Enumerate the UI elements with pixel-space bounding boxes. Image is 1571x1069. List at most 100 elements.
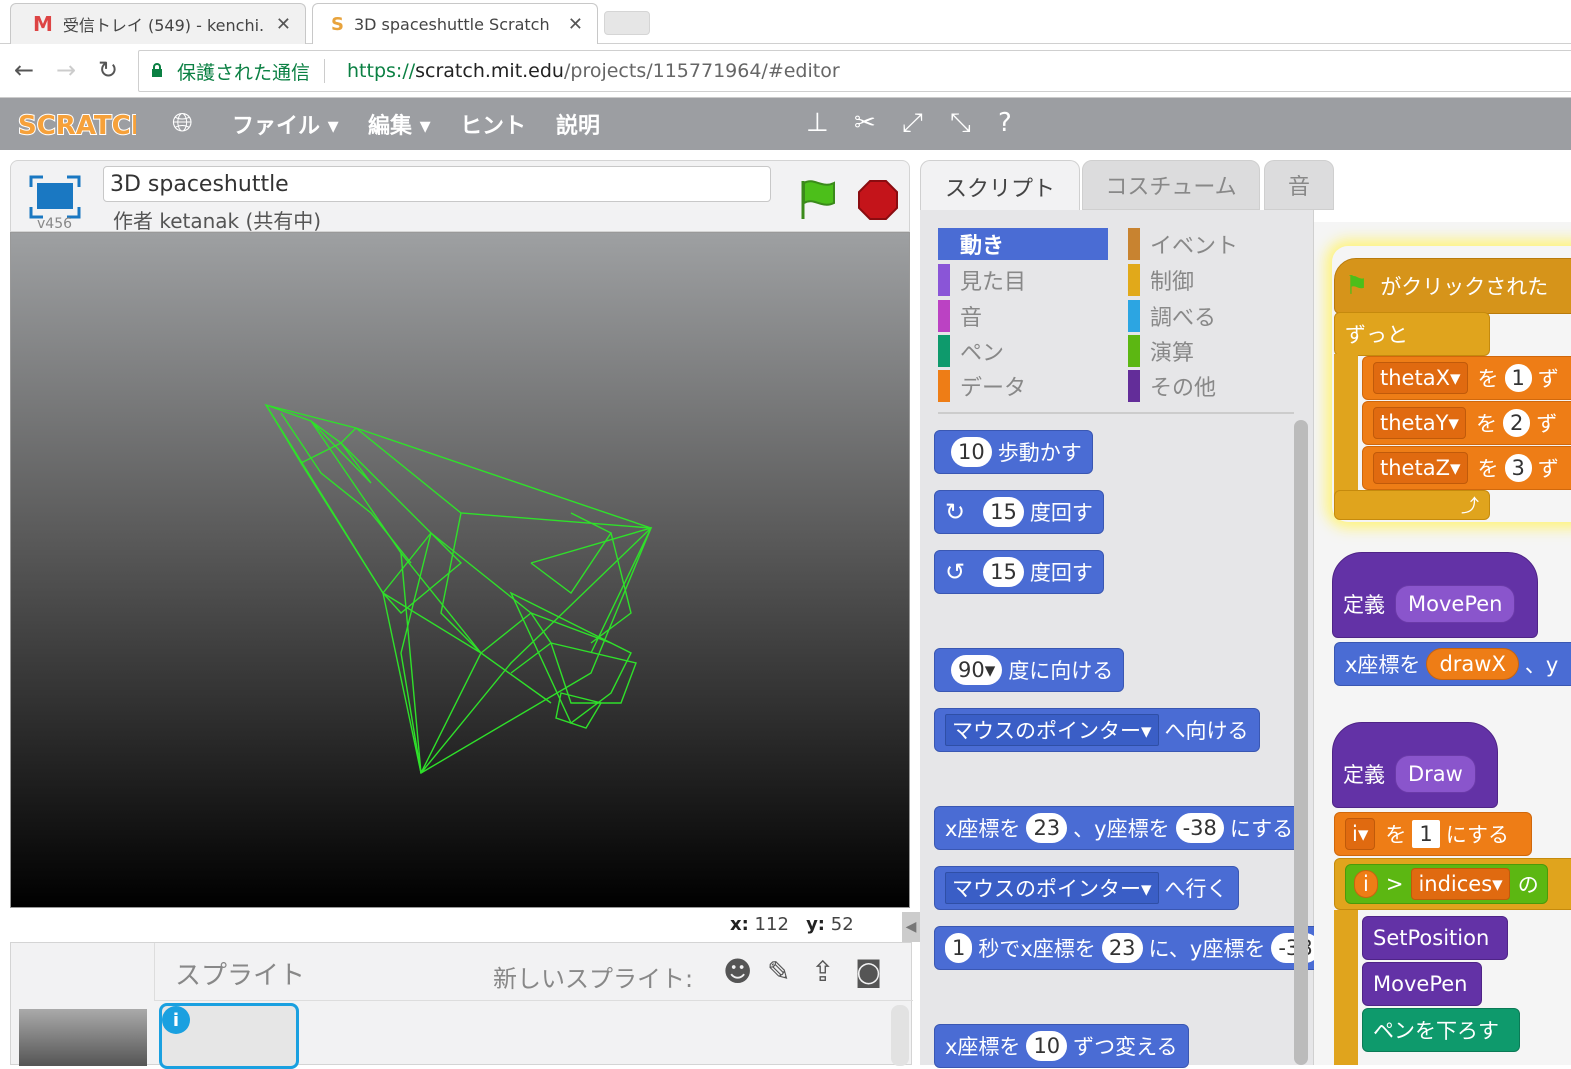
gmail-icon: M	[33, 12, 53, 36]
stage-thumbnail[interactable]	[19, 1009, 147, 1066]
category-sensing[interactable]: 調べる	[1128, 300, 1216, 332]
svg-text:SCRATCH: SCRATCH	[18, 111, 136, 141]
category-data[interactable]: データ	[938, 370, 1026, 402]
globe-icon[interactable]: 🌐︎	[172, 108, 193, 139]
sprite-scrollbar[interactable]	[891, 1005, 909, 1066]
mouse-coordinates: x: 112 y: 52	[730, 914, 854, 935]
greater-than-block[interactable]: i > indices▾ の	[1345, 864, 1548, 904]
scratch-menu-bar: SCRATCH 🌐︎ ファイル ▾ 編集 ▾ ヒント 説明 ⊥ ✂ ⤢ ⤡ ?	[0, 98, 1571, 150]
sprite-header: スプライト 新しいスプライト: ☻ ✎ ⇪ ◙	[154, 943, 913, 1001]
forever-end: ⤴	[1334, 490, 1490, 520]
block-palette: 動き 見た目 音 ペン データ イベント 制御 調べる 演算 その他 10 歩動か…	[920, 210, 1337, 1068]
call-movepen-block[interactable]: MovePen	[1362, 962, 1482, 1006]
block-turn-right[interactable]: ↻ 15 度回す	[934, 490, 1104, 534]
spaceshuttle-wireframe	[264, 403, 653, 775]
category-looks[interactable]: 見た目	[938, 264, 1026, 296]
block-point-towards[interactable]: マウスのポインター▾ へ向ける	[934, 708, 1260, 752]
block-turn-left[interactable]: ↺ 15 度回す	[934, 550, 1104, 594]
tab-gmail[interactable]: M 受信トレイ (549) - kenchi.t ✕	[10, 3, 306, 44]
category-operators[interactable]: 演算	[1128, 335, 1194, 367]
repeat-arm	[1334, 910, 1358, 1065]
stop-icon[interactable]	[857, 179, 899, 221]
green-flag-icon[interactable]	[797, 177, 841, 221]
block-change-x[interactable]: x座標を 10 ずつ変える	[934, 1024, 1189, 1068]
define-draw-block[interactable]: 定義 Draw	[1332, 722, 1498, 808]
category-events[interactable]: イベント	[1128, 228, 1238, 260]
category-control[interactable]: 制御	[1128, 264, 1194, 296]
tab-costumes[interactable]: コスチューム	[1082, 160, 1260, 210]
tab-scratch[interactable]: S 3D spaceshuttle Scratch ✕	[312, 3, 598, 45]
when-flag-clicked-block[interactable]: ⚑ がクリックされた	[1334, 258, 1571, 314]
tab-title: 3D spaceshuttle Scratch	[353, 15, 550, 34]
category-pen[interactable]: ペン	[938, 335, 1004, 367]
stage-canvas[interactable]	[10, 232, 910, 908]
reload-icon[interactable]: ↻	[98, 56, 118, 84]
sprites-label: スプライト	[175, 961, 306, 991]
sprite-panel: スプライト 新しいスプライト: ☻ ✎ ⇪ ◙ i	[10, 942, 913, 1069]
tab-scripts[interactable]: スクリプト	[920, 160, 1080, 212]
forward-icon[interactable]: →	[56, 56, 76, 84]
palette-scrollbar[interactable]	[1294, 420, 1308, 1065]
sprite-thumbnail[interactable]: i	[159, 1003, 299, 1069]
new-tab-button[interactable]	[604, 11, 650, 35]
new-sprite-label: 新しいスプライト:	[493, 965, 694, 993]
script-area[interactable]: ⚑ がクリックされた ずっと ⤴ thetaX▾ を 1 ず thetaY▾ を 2 ず th…	[1314, 222, 1571, 1065]
set-x-block[interactable]: x座標を drawX 、y	[1334, 642, 1571, 686]
scratch-icon: S	[331, 14, 344, 35]
project-title-input[interactable]	[103, 166, 771, 202]
call-setposition-block[interactable]: SetPosition	[1362, 916, 1508, 960]
define-movepen-block[interactable]: 定義 MovePen	[1332, 552, 1538, 638]
palette-divider	[938, 412, 1294, 414]
camera-icon[interactable]: ◙	[855, 955, 882, 988]
close-tab-icon[interactable]: ✕	[568, 14, 583, 35]
menu-tips[interactable]: ヒント	[460, 108, 526, 140]
category-sound[interactable]: 音	[938, 300, 982, 332]
address-bar: ← → ↻ 保護された通信 https://scratch.mit.edu/pr…	[0, 44, 1571, 98]
secure-label: 保護された通信	[177, 61, 311, 84]
menu-file[interactable]: ファイル ▾	[232, 108, 339, 140]
sprite-library-icon[interactable]: ☻	[723, 955, 752, 988]
turn-right-icon: ↻	[945, 498, 966, 526]
category-more[interactable]: その他	[1128, 370, 1216, 402]
browser-tab-strip: M 受信トレイ (549) - kenchi.t ✕ S 3D spaceshu…	[0, 0, 1571, 45]
tab-title: 受信トレイ (549) - kenchi.t	[62, 16, 263, 35]
change-thetaY-block[interactable]: thetaY▾ を 2 ず	[1362, 401, 1571, 445]
upload-icon[interactable]: ⇪	[811, 955, 834, 988]
menu-edit[interactable]: 編集 ▾	[368, 108, 431, 140]
forever-block[interactable]: ずっと	[1334, 312, 1490, 356]
shrink-icon[interactable]: ⤡	[950, 108, 971, 139]
cut-scissors-icon[interactable]: ✂	[854, 108, 876, 138]
block-glide[interactable]: 1秒でx座標を23に、y座標を-38	[934, 926, 1337, 970]
loop-arrow-icon: ⤴	[1461, 496, 1479, 517]
version-label: v456	[37, 216, 73, 232]
block-goto-xy[interactable]: x座標を 23 、y座標を -38 にする	[934, 806, 1305, 850]
tab-sounds[interactable]: 音	[1264, 160, 1334, 210]
duplicate-stamp-icon[interactable]: ⊥	[806, 108, 829, 138]
block-goto[interactable]: マウスのポインター▾ へ行く	[934, 866, 1239, 910]
close-tab-icon[interactable]: ✕	[276, 14, 291, 35]
help-icon[interactable]: ?	[998, 108, 1012, 138]
block-point-direction[interactable]: 90▾ 度に向ける	[934, 648, 1125, 692]
block-move-steps[interactable]: 10 歩動かす	[934, 430, 1093, 474]
repeat-until-block[interactable]: i > indices▾ の	[1334, 858, 1571, 910]
scratch-logo[interactable]: SCRATCH	[16, 106, 136, 142]
info-icon[interactable]: i	[162, 1006, 190, 1034]
stage-header: v456 作者 ketanak (共有中)	[10, 160, 910, 233]
url-text: https://scratch.mit.edu/projects/1157719…	[347, 60, 840, 82]
collapse-toggle[interactable]: ◀	[902, 912, 920, 942]
green-flag-icon: ⚑	[1345, 271, 1369, 301]
change-thetaX-block[interactable]: thetaX▾ を 1 ず	[1362, 356, 1571, 400]
pen-down-block[interactable]: ペンを下ろす	[1362, 1008, 1520, 1052]
category-motion[interactable]: 動き	[938, 228, 1108, 260]
menu-about[interactable]: 説明	[556, 108, 600, 140]
url-field[interactable]: 保護された通信 https://scratch.mit.edu/projects…	[138, 50, 1571, 92]
fullscreen-icon[interactable]	[29, 175, 81, 219]
set-i-block[interactable]: i▾ を 1 にする	[1334, 812, 1532, 856]
turn-left-icon: ↺	[945, 558, 966, 586]
change-thetaZ-block[interactable]: thetaZ▾ を 3 ず	[1362, 446, 1571, 490]
lock-icon	[152, 63, 162, 77]
author-label: 作者 ketanak (共有中)	[113, 209, 322, 233]
paint-brush-icon[interactable]: ✎	[767, 955, 790, 988]
grow-icon[interactable]: ⤢	[902, 108, 923, 139]
back-icon[interactable]: ←	[14, 56, 34, 84]
